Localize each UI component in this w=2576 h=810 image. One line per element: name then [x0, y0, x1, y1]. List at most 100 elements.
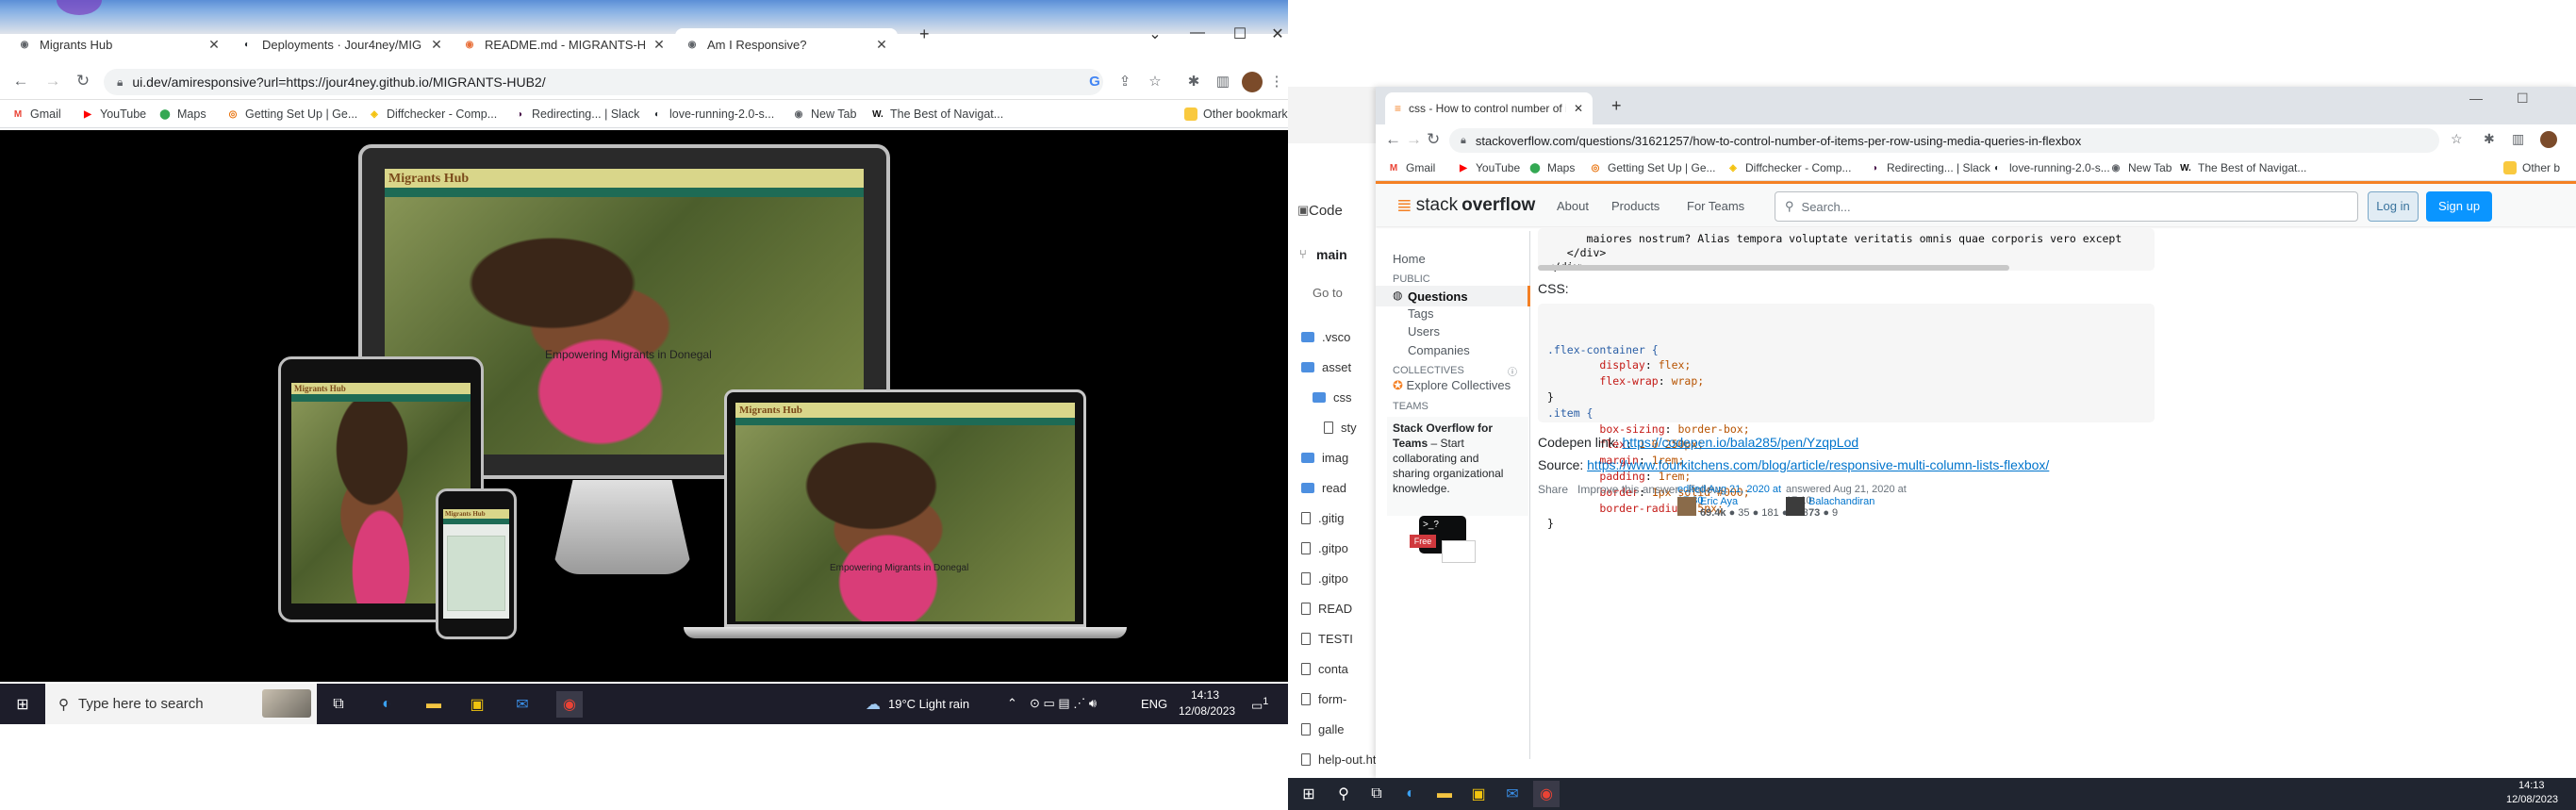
info-icon[interactable]: ⓘ	[1508, 364, 1517, 378]
profile-avatar[interactable]	[1242, 72, 1263, 92]
tray-chevron-icon[interactable]: ⌃	[1007, 696, 1017, 711]
explorer-file[interactable]: .gitpo	[1301, 570, 1348, 587]
tab-stackoverflow[interactable]: ≡ css - How to control number of i ✕	[1385, 92, 1593, 124]
bookmark-item[interactable]: ◑ Redirecting... | Slack	[1868, 159, 1990, 176]
site-info-icon[interactable]: 🔒︎	[1461, 135, 1466, 147]
nav-products[interactable]: Products	[1611, 199, 1660, 213]
side-panel-icon[interactable]: ▥	[1213, 72, 1233, 92]
clock-time[interactable]: 14:13	[2518, 780, 2545, 791]
task-view-icon[interactable]: ⧉	[325, 691, 352, 718]
explorer-file[interactable]: .gitig	[1301, 509, 1344, 526]
minimize-button[interactable]: —	[1179, 25, 1216, 41]
back-arrow-icon[interactable]: ←	[9, 70, 32, 92]
bookmark-item[interactable]: W. The Best of Navigat...	[2179, 159, 2306, 176]
bookmark-item[interactable]: ⬤ Maps	[1528, 159, 1575, 176]
reload-icon[interactable]: ↻	[1427, 130, 1440, 149]
editor-avatar[interactable]	[1677, 497, 1696, 516]
explorer-folder[interactable]: css	[1313, 388, 1352, 405]
so-search-input[interactable]: ⚲ Search...	[1775, 191, 2358, 222]
bookmark-item[interactable]: ⬤ Maps	[158, 106, 206, 123]
browser-tab[interactable]: ◉ Am I Responsive? ✕	[675, 28, 898, 60]
bookmark-item[interactable]: M Gmail	[1387, 159, 1436, 176]
mail-icon[interactable]: ✉	[1499, 781, 1526, 807]
bookmark-star-icon[interactable]: ☆	[1145, 72, 1165, 92]
minimize-button[interactable]: —	[2469, 91, 2483, 106]
explorer-file[interactable]: sty	[1324, 419, 1357, 436]
start-windows-icon[interactable]: ⊞	[1296, 781, 1322, 807]
taskbar-search[interactable]: ⚲ Type here to search	[45, 684, 317, 724]
nav-for-teams[interactable]: For Teams	[1687, 199, 1744, 213]
task-view-icon[interactable]: ⧉	[1363, 781, 1390, 807]
bookmark-item[interactable]: ◉ New Tab	[2109, 159, 2172, 176]
close-tab-icon[interactable]: ✕	[652, 37, 666, 53]
menu-kebab-icon[interactable]: ⋮	[1266, 72, 1287, 92]
weather-text[interactable]: 19°C Light rain	[888, 697, 969, 711]
nav-tags[interactable]: Tags	[1408, 306, 1433, 321]
side-panel-icon[interactable]: ▥	[2512, 131, 2524, 147]
notifications-icon[interactable]: ▭1	[1251, 696, 1268, 713]
new-tab-button[interactable]: +	[919, 25, 930, 44]
explorer-folder[interactable]: asset	[1301, 358, 1351, 375]
bookmark-item[interactable]: ◑ Redirecting... | Slack	[513, 106, 639, 123]
forward-arrow-icon[interactable]: →	[41, 70, 64, 92]
explorer-folder[interactable]: read	[1301, 479, 1346, 496]
so-address-bar[interactable]: 🔒︎ stackoverflow.com/questions/31621257/…	[1449, 128, 2439, 153]
bookmark-item[interactable]: ▶ YouTube	[1457, 159, 1520, 176]
login-button[interactable]: Log in	[2368, 191, 2419, 222]
bookmark-item[interactable]: W. The Best of Navigat...	[871, 106, 1003, 123]
other-bookmarks[interactable]: Other bookmarks	[1184, 106, 1288, 123]
stackoverflow-logo[interactable]: ≣ stack overflow	[1396, 193, 1535, 217]
teams-promo[interactable]: Stack Overflow for Teams – Start collabo…	[1387, 417, 1528, 516]
close-window-button[interactable]: ✕	[1259, 25, 1288, 43]
other-bookmarks[interactable]: Other b	[2503, 159, 2560, 176]
bookmark-star-icon[interactable]: ☆	[2451, 131, 2463, 147]
nav-home[interactable]: Home	[1393, 252, 1426, 266]
nav-about[interactable]: About	[1557, 199, 1589, 213]
file-explorer-icon[interactable]: ▬	[1431, 781, 1458, 807]
browser-tab[interactable]: ◉ Migrants Hub ✕	[8, 28, 230, 60]
tray-icons[interactable]: ⊙ ▭ ▤ ⋰ 🔊︎	[1030, 696, 1097, 711]
bookmark-item[interactable]: ◎ Getting Set Up | Ge...	[1589, 159, 1716, 176]
site-info-icon[interactable]: 🔒︎	[117, 75, 123, 90]
forward-arrow-icon[interactable]: →	[1406, 130, 1422, 149]
bookmark-item[interactable]: ◎ Getting Set Up | Ge...	[226, 106, 358, 123]
signup-button[interactable]: Sign up	[2426, 191, 2492, 222]
profile-avatar[interactable]	[2540, 131, 2557, 148]
language-indicator[interactable]: ENG	[1141, 697, 1167, 711]
editor-name[interactable]: Eric Aya	[1700, 496, 1738, 507]
chrome-icon[interactable]: ◉	[1533, 781, 1560, 807]
browser-tab[interactable]: ◉ README.md - MIGRANTS-HUB2 ✕	[453, 28, 675, 60]
close-tab-icon[interactable]: ✕	[1574, 102, 1583, 115]
edge-icon[interactable]: ◐	[373, 691, 400, 718]
explorer-file[interactable]: conta	[1301, 660, 1348, 677]
nav-questions-active[interactable]: ◍ Questions	[1376, 286, 1530, 306]
explorer-file[interactable]: form-	[1301, 690, 1346, 707]
source-link[interactable]: https://www.fourkitchens.com/blog/articl…	[1587, 457, 2049, 472]
bookmark-item[interactable]: ◉ New Tab	[792, 106, 857, 123]
file-explorer-icon[interactable]: ▬	[421, 691, 447, 718]
maximize-button[interactable]: ☐	[2517, 91, 2529, 107]
improve-answer-link[interactable]: Improve this answer	[1577, 483, 1678, 496]
bookmark-item[interactable]: M Gmail	[11, 106, 61, 123]
mail-icon[interactable]: ✉	[509, 691, 536, 718]
bookmark-item[interactable]: ▶ YouTube	[81, 106, 146, 123]
extensions-icon[interactable]: ✱	[1183, 72, 1204, 92]
address-bar[interactable]: 🔒︎ ui.dev/amiresponsive?url=https://jour…	[104, 69, 1103, 95]
store-icon[interactable]: ▣	[464, 691, 490, 718]
explorer-file[interactable]: READ	[1301, 600, 1352, 617]
code-scrollbar[interactable]	[1538, 265, 2009, 271]
nav-companies[interactable]: Companies	[1408, 343, 1470, 357]
explorer-file[interactable]: TESTI	[1301, 630, 1353, 647]
bookmark-item[interactable]: ◐ love-running-2.0-s...	[651, 106, 774, 123]
edge-icon[interactable]: ◐	[1397, 781, 1424, 807]
clock-time[interactable]: 14:13	[1191, 688, 1219, 702]
explorer-file[interactable]: .gitpo	[1301, 539, 1348, 556]
close-tab-icon[interactable]: ✕	[430, 37, 443, 53]
goto-file-input[interactable]: Go to	[1313, 286, 1343, 300]
share-link[interactable]: Share	[1538, 483, 1568, 496]
close-tab-icon[interactable]: ✕	[207, 37, 221, 53]
nav-users[interactable]: Users	[1408, 324, 1440, 339]
sidebar-toggle-icon[interactable]: ▣	[1297, 203, 1309, 218]
close-tab-icon[interactable]: ✕	[875, 37, 888, 53]
answerer-name[interactable]: Balachandiran	[1808, 496, 1874, 507]
